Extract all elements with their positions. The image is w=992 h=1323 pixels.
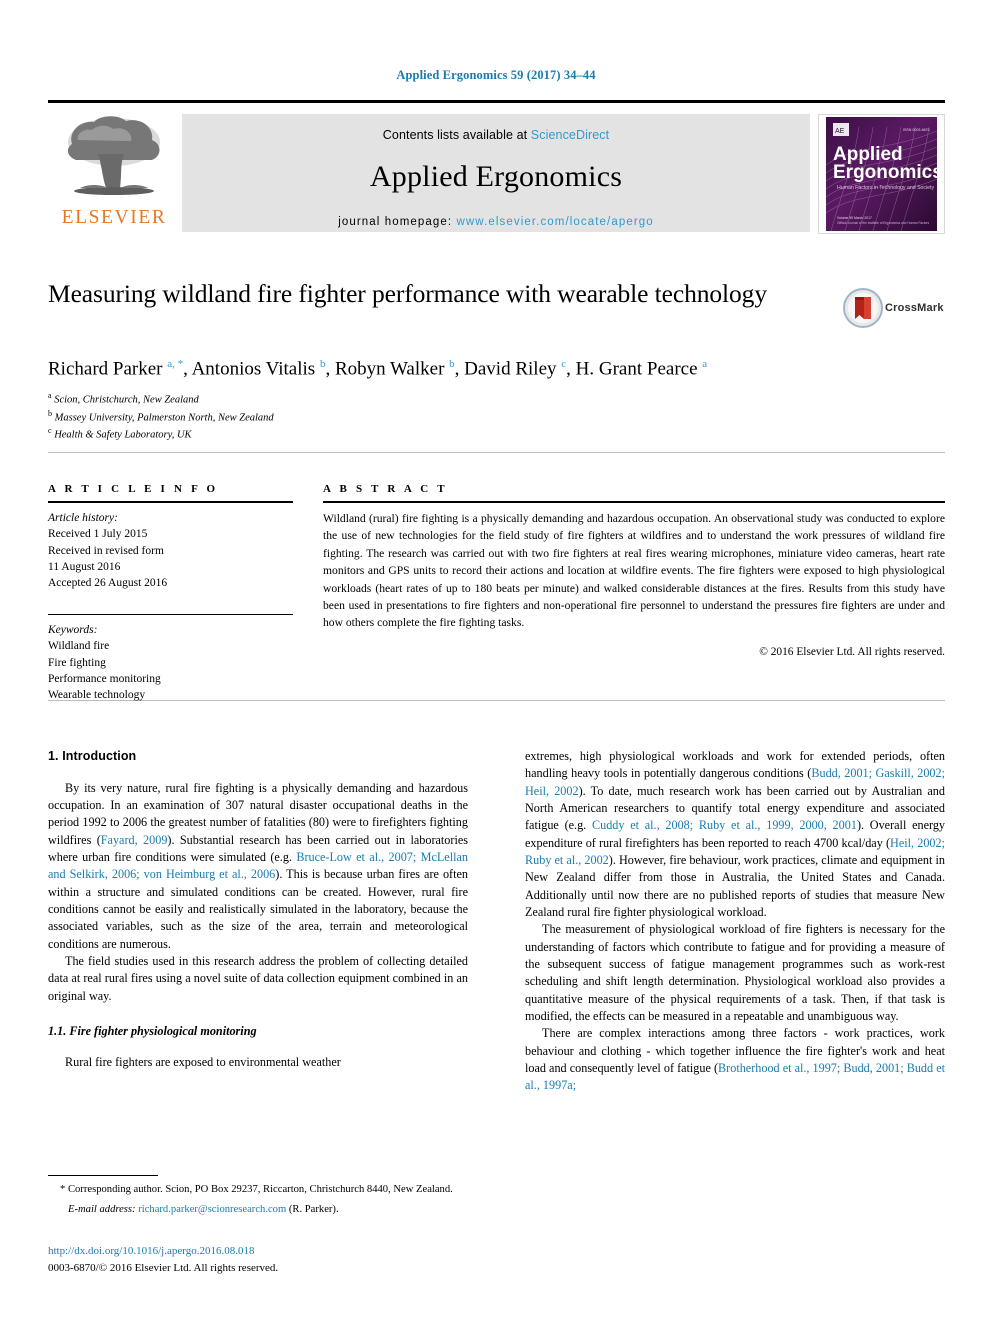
doi-link[interactable]: http://dx.doi.org/10.1016/j.apergo.2016.… — [48, 1243, 478, 1260]
affiliation-marker: c — [48, 426, 52, 436]
email-label: E-mail address: — [68, 1204, 136, 1216]
paragraph-right-2: The measurement of physiological workloa… — [525, 922, 945, 1023]
crossmark-label: CrossMark — [885, 302, 944, 314]
elsevier-tree-icon — [67, 116, 160, 195]
keywords-title: Keywords: — [48, 624, 98, 637]
affiliation-text: Scion, Christchurch, New Zealand — [54, 394, 199, 406]
article-info-heading: A R T I C L E I N F O — [48, 483, 219, 495]
affiliation-item: a Scion, Christchurch, New Zealand — [48, 390, 948, 408]
body-column-right: extremes, high physiological workloads a… — [525, 748, 945, 1095]
issn-copyright-line: 0003-6870/© 2016 Elsevier Ltd. All right… — [48, 1261, 279, 1274]
svg-text:Official Journal of the Instit: Official Journal of the Institute of Erg… — [837, 221, 929, 225]
article-history-title: Article history: — [48, 512, 118, 524]
journal-banner: ELSEVIER Contents lists available at Sci… — [48, 100, 945, 236]
title-block: Measuring wildland fire fighter performa… — [48, 278, 838, 311]
running-head: Applied Ergonomics 59 (2017) 34–44 — [396, 68, 596, 82]
paragraph-right-1: extremes, high physiological workloads a… — [525, 748, 945, 921]
svg-text:AE: AE — [835, 128, 845, 135]
abstract-rule — [323, 501, 945, 503]
citation-link[interactable]: Fayard, 2009 — [101, 833, 168, 847]
article-info-column: A R T I C L E I N F O Article history: R… — [48, 483, 293, 704]
keywords-group: Keywords: Wildland fire Fire fighting Pe… — [48, 622, 293, 704]
article-history-item: Received in revised form — [48, 544, 164, 557]
svg-text:Volume 59 March 2017: Volume 59 March 2017 — [837, 216, 872, 220]
footnote-block: * Corresponding author. Scion, PO Box 29… — [48, 1175, 468, 1217]
sciencedirect-link[interactable]: ScienceDirect — [531, 128, 609, 142]
author-list: Richard Parker a, *, Antonios Vitalis b,… — [48, 358, 708, 380]
article-history-group: Article history: Received 1 July 2015 Re… — [48, 510, 293, 592]
citation-link[interactable]: Cuddy et al., 2008; Ruby et al., 1999, 2… — [592, 818, 857, 832]
email-link[interactable]: richard.parker@scionresearch.com — [138, 1204, 286, 1215]
banner-top-rule — [48, 100, 945, 103]
abstract-column: A B S T R A C T Wildland (rural) fire fi… — [323, 483, 945, 658]
article-history-item: 11 August 2016 — [48, 560, 121, 573]
crossmark-icon — [843, 288, 883, 328]
crossmark-badge[interactable]: CrossMark — [843, 288, 947, 332]
abstract-heading: A B S T R A C T — [323, 483, 448, 495]
homepage-prefix: journal homepage: — [338, 216, 453, 228]
affiliation-marker: b — [48, 408, 52, 418]
affiliation-marker: a — [48, 391, 52, 400]
journal-cover-art: AE ISSN 0003-6870 Applied Ergonomics Hum… — [825, 117, 943, 232]
email-attribution: (R. Parker). — [288, 1204, 339, 1216]
doi-block: http://dx.doi.org/10.1016/j.apergo.2016.… — [48, 1243, 478, 1276]
article-history-item: Received 1 July 2015 — [48, 528, 148, 541]
info-band-top-rule — [48, 452, 945, 453]
corresponding-author-note: * Corresponding author. Scion, PO Box 29… — [60, 1184, 453, 1195]
keyword-item: Fire fighting — [48, 656, 106, 669]
affiliation-item: c Health & Safety Laboratory, UK — [48, 425, 948, 443]
article-page: Applied Ergonomics 59 (2017) 34–44 ELSEV… — [0, 0, 992, 1323]
affiliation-text: Massey University, Palmerston North, New… — [54, 412, 274, 424]
paragraph-intro-1: By its very nature, rural fire fighting … — [48, 780, 468, 953]
paragraph-intro-2: The field studies used in this research … — [48, 954, 468, 1003]
section-heading-introduction: 1. Introduction — [48, 749, 137, 763]
journal-title: Applied Ergonomics — [369, 160, 623, 193]
elsevier-logo: ELSEVIER — [50, 114, 178, 232]
keyword-item: Wildland fire — [48, 640, 110, 653]
abstract-copyright: © 2016 Elsevier Ltd. All rights reserved… — [759, 645, 945, 658]
banner-center-panel: Contents lists available at ScienceDirec… — [182, 114, 810, 232]
keyword-item: Wearable technology — [48, 689, 146, 702]
affiliation-text: Health & Safety Laboratory, UK — [54, 429, 192, 441]
article-history-item: Accepted 26 August 2016 — [48, 577, 168, 590]
journal-homepage-line: journal homepage: www.elsevier.com/locat… — [182, 216, 810, 228]
elsevier-wordmark: ELSEVIER — [61, 207, 167, 228]
subsection-heading-physiological-monitoring: 1.1. Fire fighter physiological monitori… — [48, 1024, 257, 1039]
article-info-rule — [48, 501, 293, 503]
journal-cover-thumbnail: AE ISSN 0003-6870 Applied Ergonomics Hum… — [818, 114, 945, 234]
contents-available-line: Contents lists available at ScienceDirec… — [182, 114, 810, 142]
affiliation-list: a Scion, Christchurch, New Zealand b Mas… — [48, 390, 948, 443]
keyword-item: Performance monitoring — [48, 673, 161, 686]
homepage-url-link[interactable]: www.elsevier.com/locate/apergo — [456, 216, 653, 228]
svg-text:ISSN 0003-6870: ISSN 0003-6870 — [903, 128, 930, 132]
svg-text:Human Factors in Technology an: Human Factors in Technology and Society — [837, 185, 934, 191]
page-title: Measuring wildland fire fighter performa… — [48, 279, 767, 308]
keywords-separator-rule — [48, 613, 293, 616]
paragraph-right-3: There are complex interactions among thr… — [525, 1025, 945, 1094]
affiliation-item: b Massey University, Palmerston North, N… — [48, 408, 948, 426]
svg-text:Ergonomics: Ergonomics — [833, 162, 943, 183]
paragraph-intro-3: Rural fire fighters are exposed to envir… — [65, 1055, 341, 1070]
body-column-left: 1. Introduction By its very nature, rura… — [48, 748, 468, 1072]
email-address-line: E-mail address: richard.parker@scionrese… — [48, 1202, 468, 1217]
contents-prefix: Contents lists available at — [382, 128, 528, 142]
abstract-text: Wildland (rural) fire fighting is a phys… — [323, 512, 945, 630]
footnote-rule — [48, 1175, 158, 1176]
